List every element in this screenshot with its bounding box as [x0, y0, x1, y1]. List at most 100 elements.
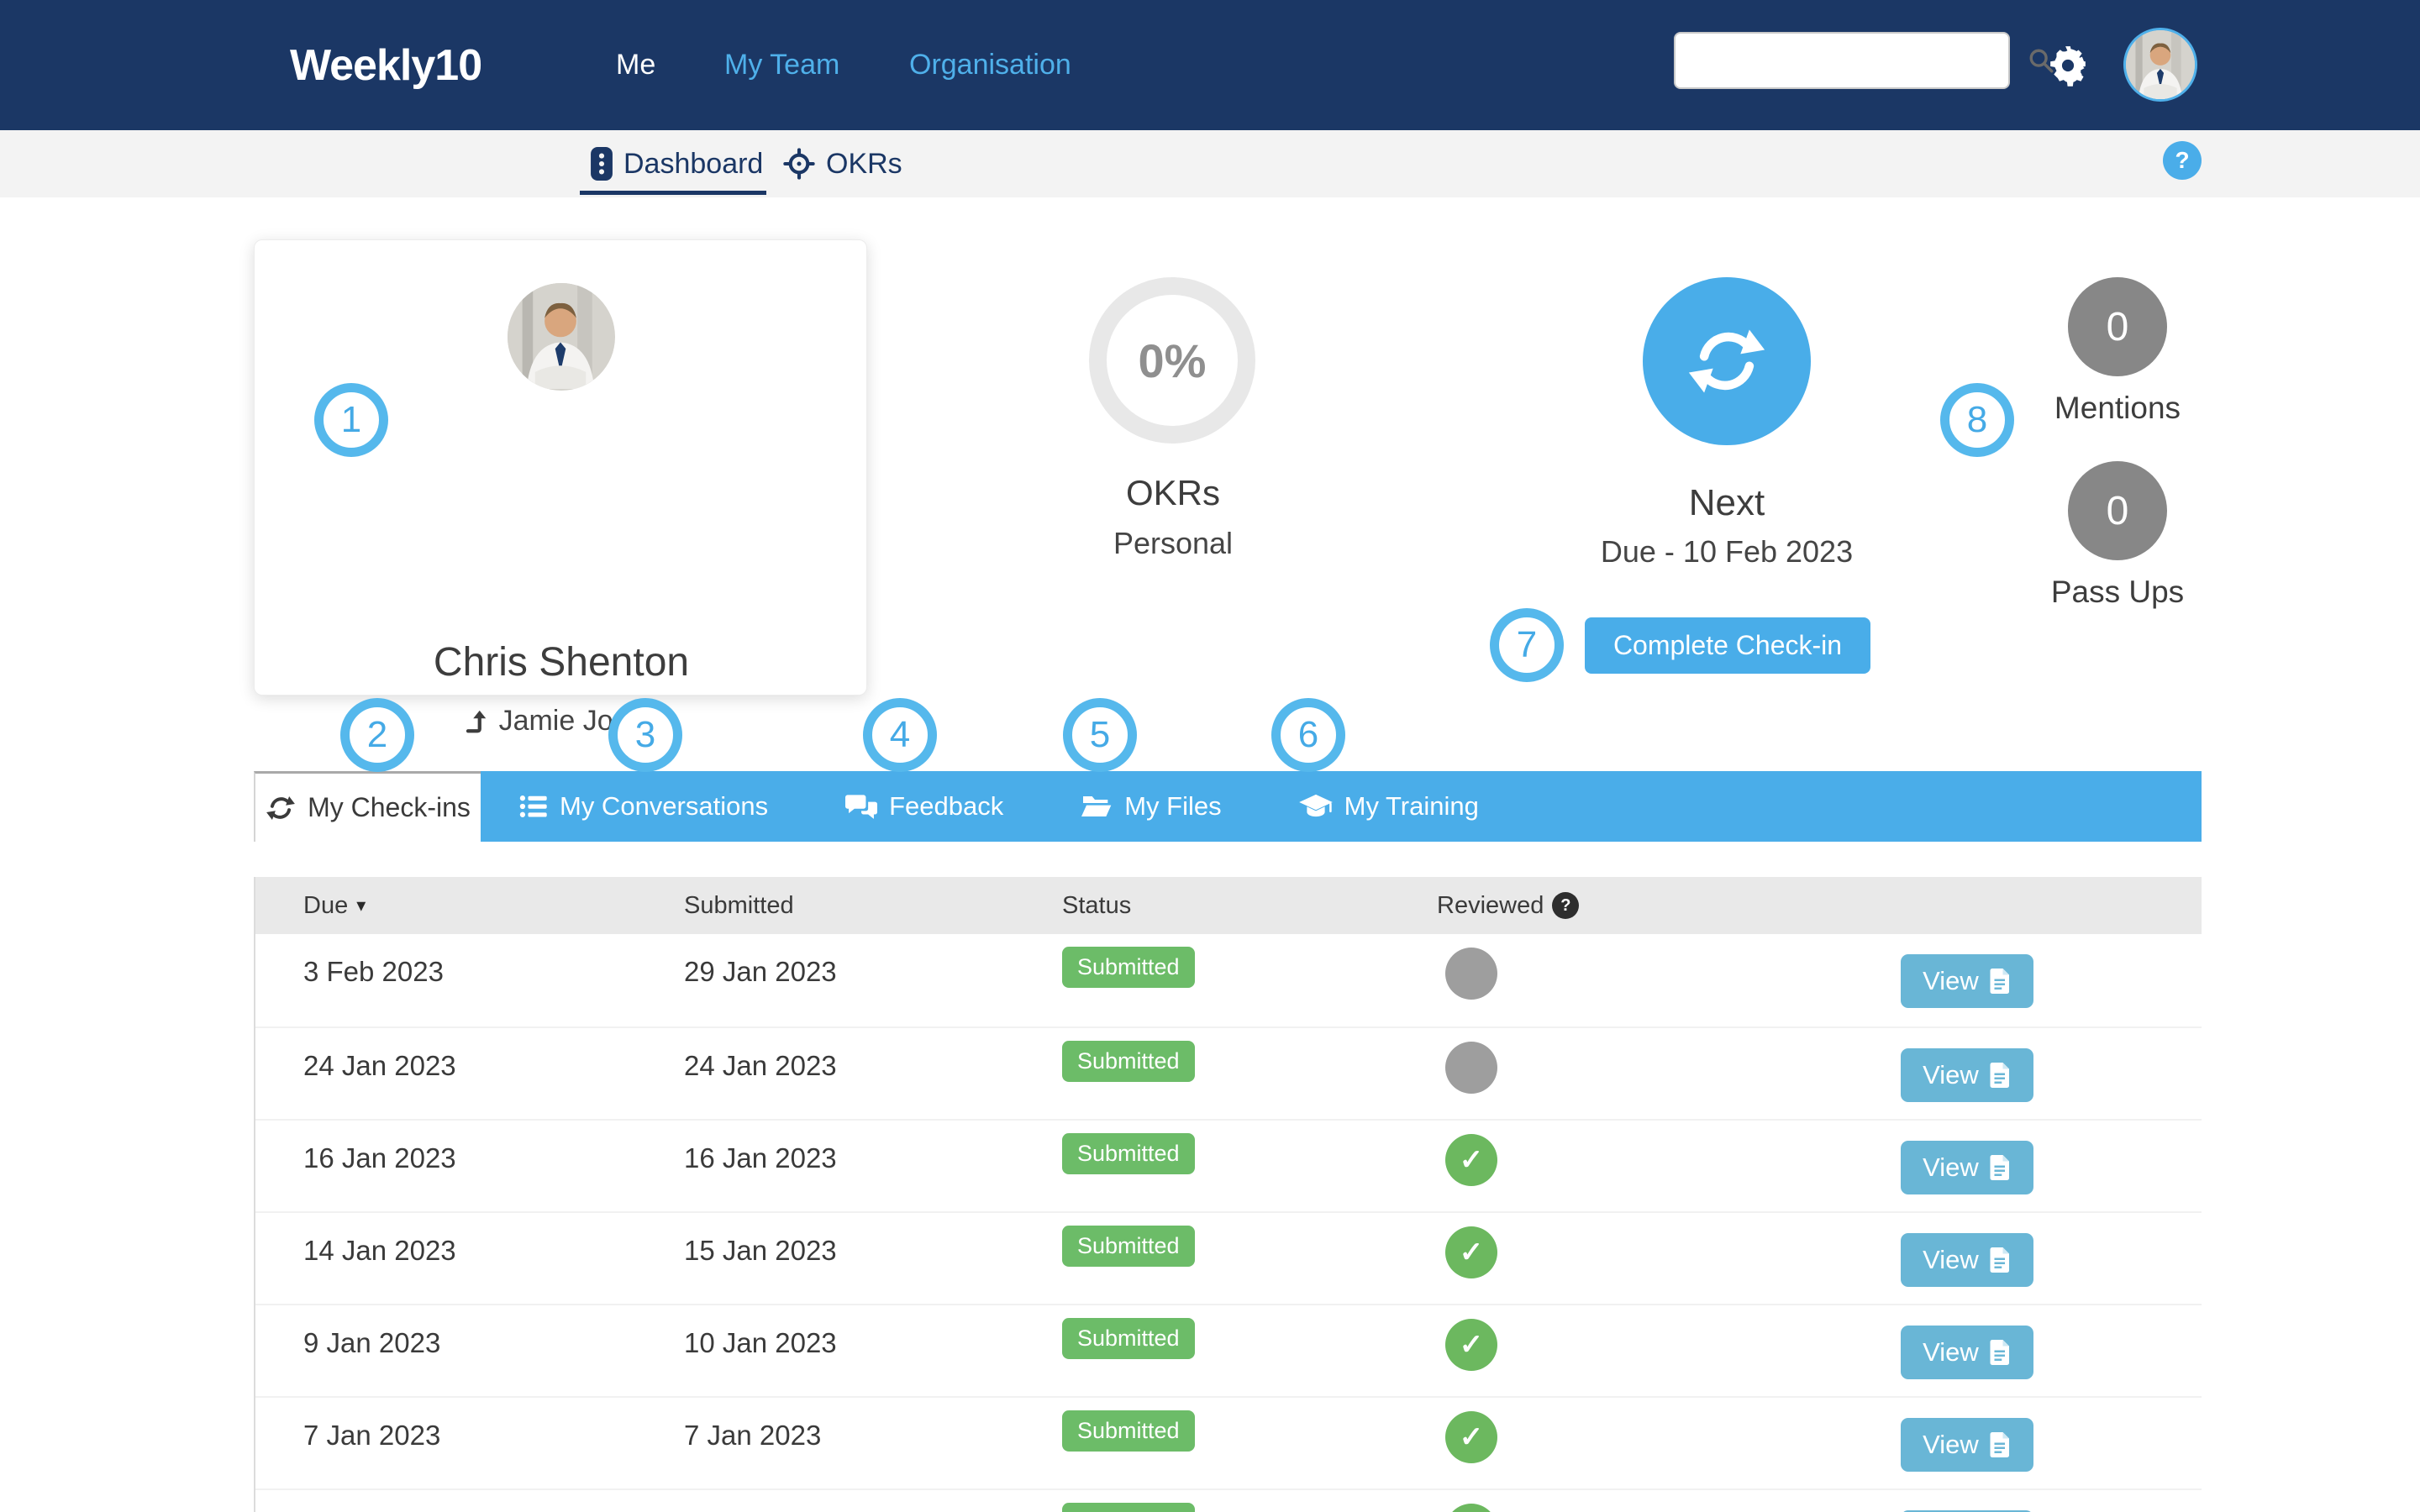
reviewed-indicator: [1445, 1504, 1497, 1512]
walkthrough-badge-1: 1: [314, 383, 388, 457]
view-button[interactable]: View: [1901, 1141, 2033, 1194]
view-button[interactable]: View: [1901, 954, 2033, 1008]
column-header-due[interactable]: Due ▾: [303, 892, 684, 920]
due-date: 3 Feb 2023: [303, 956, 684, 988]
app-logo[interactable]: Weekly10: [290, 0, 481, 130]
submitted-date: 29 Jan 2023: [684, 956, 1062, 988]
sort-caret-icon[interactable]: ▾: [356, 895, 366, 916]
secondary-navbar: Dashboard OKRs: [0, 130, 2420, 197]
chat-bubbles-icon: [845, 792, 877, 821]
profile-name: Chris Shenton: [255, 639, 868, 685]
table-row: 14 Jan 2023 15 Jan 2023 Submitted View: [255, 1211, 2202, 1304]
status-badge: Submitted: [1062, 1226, 1195, 1267]
target-icon: [783, 148, 815, 180]
next-checkin-title: Next: [1559, 482, 1895, 524]
table-row: 7 Jan 2023 7 Jan 2023 Submitted View: [255, 1396, 2202, 1488]
pass-ups-label: Pass Ups: [1966, 575, 2269, 610]
status-badge: Submitted: [1062, 1318, 1195, 1359]
status-badge: Submitted: [1062, 1133, 1195, 1174]
table-header: Due ▾ Submitted Status Reviewed ?: [255, 877, 2202, 934]
graduation-cap-icon: [1299, 792, 1333, 821]
profile-photo: [508, 283, 615, 391]
status-badge: Submitted: [1062, 1503, 1195, 1512]
mentions-count: 0: [2068, 277, 2167, 376]
reviewed-indicator: [1445, 1226, 1497, 1278]
tab-dashboard-label: Dashboard: [623, 148, 763, 181]
reviewed-indicator: [1445, 1411, 1497, 1463]
user-avatar[interactable]: [2123, 28, 2197, 102]
document-icon: [1990, 969, 2012, 994]
folder-open-icon: [1081, 793, 1113, 820]
tab-my-training[interactable]: My Training: [1260, 771, 1518, 842]
due-date: 16 Jan 2023: [303, 1142, 684, 1174]
walkthrough-badge-5: 5: [1063, 698, 1137, 772]
table-row: 3 Feb 2023 29 Jan 2023 Submitted View: [255, 934, 2202, 1026]
due-date: 14 Jan 2023: [303, 1235, 684, 1267]
next-checkin-circle[interactable]: [1643, 277, 1811, 445]
tab-dashboard[interactable]: Dashboard: [591, 130, 763, 197]
due-date: 7 Jan 2023: [303, 1420, 684, 1452]
document-icon: [1990, 1247, 2012, 1273]
submitted-date: 10 Jan 2023: [684, 1327, 1062, 1359]
help-icon[interactable]: ?: [2163, 141, 2202, 180]
sync-icon: [266, 793, 296, 823]
column-header-status[interactable]: Status: [1062, 892, 1437, 920]
tab-feedback[interactable]: Feedback: [807, 771, 1042, 842]
document-icon: [1990, 1340, 2012, 1365]
dashboard-icon: [591, 147, 613, 181]
checkins-panel: My Check-ins My Conversations: [254, 771, 2202, 1512]
document-icon: [1990, 1432, 2012, 1457]
walkthrough-badge-2: 2: [340, 698, 414, 772]
nav-item-me[interactable]: Me: [616, 0, 655, 130]
okr-progress-ring: 0%: [1089, 277, 1255, 444]
walkthrough-badge-3: 3: [608, 698, 682, 772]
tab-my-checkins[interactable]: My Check-ins: [254, 771, 481, 842]
status-badge: Submitted: [1062, 1041, 1195, 1082]
okr-percent: 0%: [1139, 333, 1207, 388]
active-tab-underline: [580, 191, 766, 195]
tab-my-conversations[interactable]: My Conversations: [481, 771, 807, 842]
document-icon: [1990, 1063, 2012, 1088]
top-navbar: Weekly10 Me My Team Organisation: [0, 0, 2420, 130]
reviewed-help-icon[interactable]: ?: [1552, 892, 1579, 919]
folder-tab-my-files[interactable]: My Files: [1042, 771, 1260, 842]
document-icon: [1990, 1155, 2012, 1180]
reviewed-indicator: [1445, 948, 1497, 1000]
view-button[interactable]: View: [1901, 1048, 2033, 1102]
nav-item-organisation[interactable]: Organisation: [909, 0, 1071, 130]
column-header-submitted[interactable]: Submitted: [684, 892, 1062, 920]
due-date: 24 Jan 2023: [303, 1050, 684, 1082]
reviewed-indicator: [1445, 1134, 1497, 1186]
walkthrough-badge-4: 4: [863, 698, 937, 772]
status-badge: Submitted: [1062, 1410, 1195, 1452]
due-date: 9 Jan 2023: [303, 1327, 684, 1359]
search-box: [1674, 32, 2010, 89]
panel-tabbar: My Check-ins My Conversations: [254, 771, 2202, 842]
reviewed-indicator: [1445, 1042, 1497, 1094]
tab-okrs-label: OKRs: [826, 148, 902, 181]
walkthrough-badge-7: 7: [1490, 608, 1564, 682]
view-button[interactable]: View: [1901, 1233, 2033, 1287]
tab-okrs[interactable]: OKRs: [783, 130, 902, 197]
complete-checkin-button[interactable]: Complete Check-in: [1585, 617, 1870, 674]
walkthrough-badge-8: 8: [1940, 383, 2014, 457]
view-button[interactable]: View: [1901, 1418, 2033, 1472]
column-header-reviewed[interactable]: Reviewed ?: [1437, 892, 1901, 920]
walkthrough-badge-6: 6: [1271, 698, 1345, 772]
status-badge: Submitted: [1062, 947, 1195, 988]
nav-item-my-team[interactable]: My Team: [724, 0, 839, 130]
submitted-date: 16 Jan 2023: [684, 1142, 1062, 1174]
table-row: 9 Jan 2023 10 Jan 2023 Submitted View: [255, 1304, 2202, 1396]
submitted-date: 15 Jan 2023: [684, 1235, 1062, 1267]
view-button[interactable]: View: [1901, 1326, 2033, 1379]
okr-subtitle: Personal: [1047, 526, 1299, 561]
okr-title: OKRs: [1047, 473, 1299, 513]
table-row: 24 Jan 2023 24 Jan 2023 Submitted View: [255, 1026, 2202, 1119]
table-row: Submitted View: [255, 1488, 2202, 1512]
gear-icon[interactable]: [2047, 0, 2089, 130]
next-checkin-due: Due - 10 Feb 2023: [1559, 534, 1895, 570]
panel-tabbar-blue: My Conversations Feedback My Files: [481, 771, 2202, 842]
search-input[interactable]: [1676, 34, 2027, 87]
submitted-date: 7 Jan 2023: [684, 1420, 1062, 1452]
level-up-icon: [464, 709, 489, 734]
